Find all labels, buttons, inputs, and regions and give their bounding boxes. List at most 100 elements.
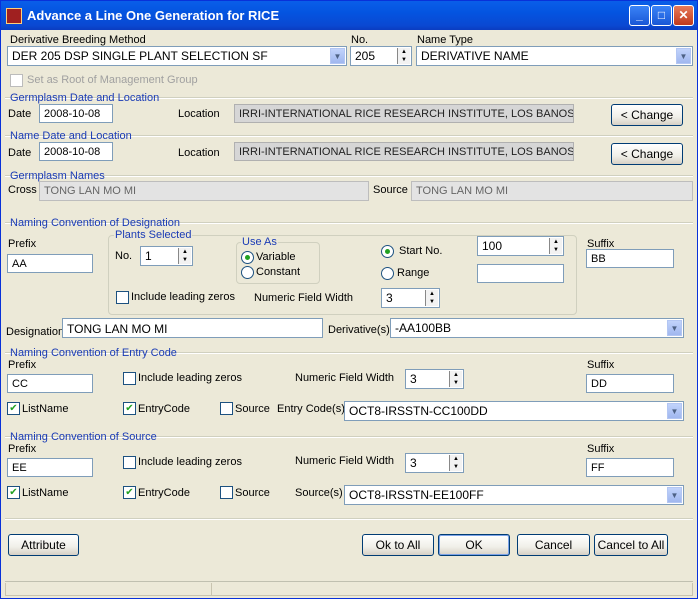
variable-radio[interactable] (241, 251, 254, 264)
dialog-window: Advance a Line One Generation for RICE _… (0, 0, 698, 599)
cancel-to-all-button[interactable]: Cancel to All (594, 534, 668, 556)
source-suffix-field[interactable]: FF (586, 458, 674, 477)
name-date-location-title: Name Date and Location (10, 130, 132, 142)
spinner-arrows-icon[interactable]: ▲ ▼ (425, 290, 438, 306)
source-prefix-field[interactable]: EE (7, 458, 93, 477)
entry-suffix-field[interactable]: DD (586, 374, 674, 393)
range-label: Range (397, 267, 430, 279)
breeding-method-label: Derivative Breeding Method (10, 34, 146, 46)
section-divider (5, 175, 693, 176)
spinner-arrows-icon[interactable]: ▲ ▼ (397, 48, 410, 64)
app-icon (6, 8, 22, 24)
derivatives-select[interactable]: -AA100BB ▼ (390, 318, 684, 338)
designation-prefix-field[interactable]: AA (7, 254, 93, 273)
entry-prefix-label: Prefix (8, 359, 37, 371)
designation-leading-zeros-checkbox[interactable] (116, 291, 129, 304)
cross-field: TONG LAN MO MI (39, 181, 369, 201)
spinner-arrows-icon[interactable]: ▲ ▼ (178, 248, 191, 264)
designation-leading-zeros-label: Include leading zeros (131, 291, 235, 303)
source-source-checkbox[interactable] (220, 486, 233, 499)
minimize-icon[interactable]: _ (629, 5, 650, 26)
constant-label: Constant (256, 266, 301, 278)
designation-field-width-value: 3 (386, 291, 393, 305)
chevron-down-icon[interactable]: ▼ (667, 403, 682, 419)
designation-suffix-field[interactable]: BB (586, 249, 674, 268)
chevron-down-icon[interactable]: ▼ (330, 48, 345, 64)
source-label: Source (373, 184, 408, 196)
source-listname-checkbox[interactable]: ✔ (7, 486, 20, 499)
breeding-method-value: DER 205 DSP SINGLE PLANT SELECTION SF (12, 49, 268, 63)
sources-value: OCT8-IRSSTN-EE100FF (349, 488, 484, 502)
start-no-value: 100 (482, 239, 503, 253)
start-no-radio[interactable] (381, 245, 394, 258)
entry-leading-zeros-checkbox[interactable] (123, 372, 136, 385)
constant-radio[interactable] (241, 266, 254, 279)
name-type-label: Name Type (417, 34, 474, 46)
germplasm-change-button[interactable]: < Change (611, 104, 683, 126)
maximize-icon[interactable]: □ (651, 5, 672, 26)
name-type-select[interactable]: DERIVATIVE NAME ▼ (416, 46, 693, 66)
entry-listname-checkbox[interactable]: ✔ (7, 402, 20, 415)
germplasm-location-field: IRRI-INTERNATIONAL RICE RESEARCH INSTITU… (234, 104, 574, 123)
range-radio[interactable] (381, 267, 394, 280)
source-entrycode-label: EntryCode (138, 487, 190, 499)
entry-codes-label: Entry Code(s) (277, 403, 345, 415)
method-no-label: No. (351, 34, 369, 46)
entry-entrycode-checkbox[interactable]: ✔ (123, 402, 136, 415)
designation-field[interactable]: TONG LAN MO MI (62, 318, 323, 338)
chevron-down-icon[interactable]: ▼ (676, 48, 691, 64)
spinner-arrows-icon[interactable]: ▲ ▼ (449, 455, 462, 471)
source-leading-zeros-checkbox[interactable] (123, 456, 136, 469)
germplasm-date-field[interactable]: 2008-10-08 (39, 104, 113, 123)
designation-field-width-stepper[interactable]: 3 ▲ ▼ (381, 288, 440, 308)
entry-prefix-field[interactable]: CC (7, 374, 93, 393)
sources-select[interactable]: OCT8-IRSSTN-EE100FF ▼ (344, 485, 684, 505)
window-title: Advance a Line One Generation for RICE (27, 8, 280, 23)
entry-leading-zeros-label: Include leading zeros (138, 372, 242, 384)
name-date-field[interactable]: 2008-10-08 (39, 142, 113, 161)
attribute-button[interactable]: Attribute (8, 534, 79, 556)
source-convention-title: Naming Convention of Source (10, 431, 157, 443)
entry-entrycode-label: EntryCode (138, 403, 190, 415)
start-no-label: Start No. (399, 245, 443, 257)
chevron-down-icon[interactable]: ▼ (667, 320, 682, 336)
designation-prefix-label: Prefix (8, 238, 37, 250)
breeding-method-select[interactable]: DER 205 DSP SINGLE PLANT SELECTION SF ▼ (7, 46, 347, 66)
ok-button[interactable]: OK (438, 534, 510, 556)
ok-to-all-button[interactable]: Ok to All (362, 534, 434, 556)
entry-field-width-value: 3 (410, 372, 417, 386)
title-bar[interactable]: Advance a Line One Generation for RICE _… (1, 1, 697, 30)
entry-field-width-stepper[interactable]: 3 ▲ ▼ (405, 369, 464, 389)
derivatives-value: -AA100BB (395, 321, 452, 335)
set-root-checkbox[interactable] (10, 74, 23, 87)
designation-label: Designation (6, 326, 65, 338)
entry-source-checkbox[interactable] (220, 402, 233, 415)
entry-listname-label: ListName (22, 403, 69, 415)
source-field-width-value: 3 (410, 456, 417, 470)
plants-no-label: No. (115, 250, 133, 262)
source-source-label: Source (235, 487, 270, 499)
spinner-arrows-icon[interactable]: ▲ ▼ (449, 371, 462, 387)
start-no-stepper[interactable]: 100 ▲ ▼ (477, 236, 564, 256)
method-no-value: 205 (355, 49, 376, 63)
plants-no-stepper[interactable]: 1 ▲ ▼ (140, 246, 193, 266)
source-field-width-stepper[interactable]: 3 ▲ ▼ (405, 453, 464, 473)
close-icon[interactable]: ✕ (673, 5, 694, 26)
source-leading-zeros-label: Include leading zeros (138, 456, 242, 468)
range-field[interactable] (477, 264, 564, 283)
name-date-label: Date (8, 147, 32, 159)
chevron-down-icon[interactable]: ▼ (667, 487, 682, 503)
spinner-arrows-icon[interactable]: ▲ ▼ (549, 238, 562, 254)
cross-label: Cross (8, 184, 37, 196)
derivatives-label: Derivative(s) (328, 324, 390, 336)
name-change-button[interactable]: < Change (611, 143, 683, 165)
cancel-button[interactable]: Cancel (517, 534, 590, 556)
source-listname-label: ListName (22, 487, 69, 499)
germplasm-date-location-title: Germplasm Date and Location (10, 92, 160, 104)
designation-field-width-label: Numeric Field Width (254, 292, 354, 304)
method-no-stepper[interactable]: 205 ▲ ▼ (350, 46, 412, 66)
entry-codes-select[interactable]: OCT8-IRSSTN-CC100DD ▼ (344, 401, 684, 421)
entry-field-width-label: Numeric Field Width (295, 372, 395, 384)
source-entrycode-checkbox[interactable]: ✔ (123, 486, 136, 499)
entry-codes-value: OCT8-IRSSTN-CC100DD (349, 404, 488, 418)
